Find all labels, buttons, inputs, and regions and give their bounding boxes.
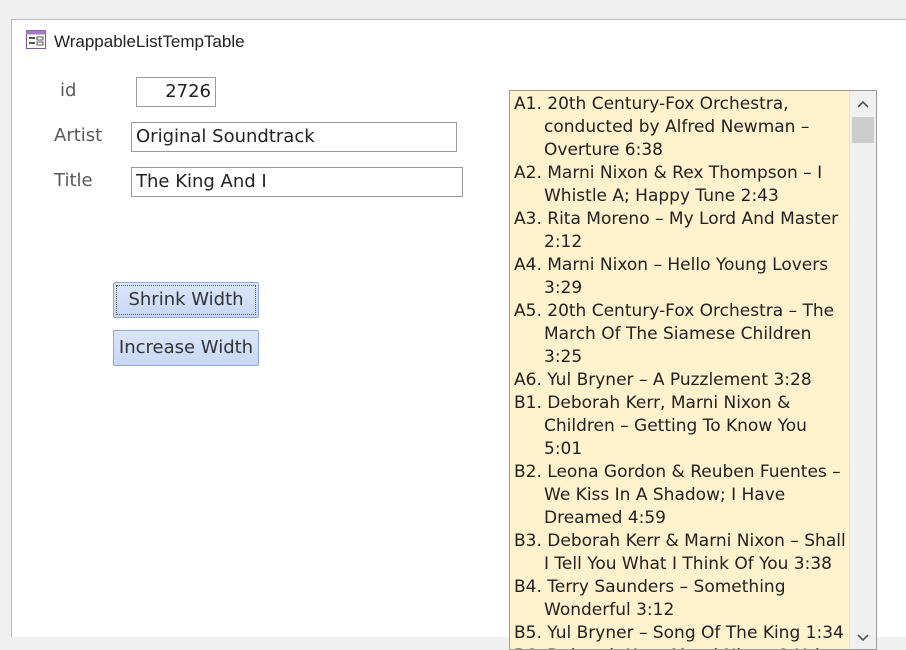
- tracklist: A1. 20th Century-Fox Orchestra, conducte…: [514, 93, 848, 649]
- track-item: B6. Deborah Kerr, Marni Nixon & Yul: [514, 645, 848, 649]
- track-item: B3. Deborah Kerr & Marni Nixon – Shall I…: [514, 531, 846, 574]
- track-item: B5. Yul Bryner – Song Of The King 1:34: [514, 623, 844, 643]
- tracklist-box[interactable]: A1. 20th Century-Fox Orchestra, conducte…: [509, 90, 877, 650]
- track-item: A2. Marni Nixon & Rex Thompson – I Whist…: [514, 163, 823, 206]
- increase-width-button[interactable]: Increase Width: [113, 330, 259, 366]
- track-item: B4. Terry Saunders – Something Wonderful…: [514, 577, 786, 620]
- form-window: WrappableListTempTable id 2726 Artist Or…: [11, 19, 906, 650]
- track-item: A4. Marni Nixon – Hello Young Lovers 3:2…: [514, 255, 829, 298]
- track-item: A1. 20th Century-Fox Orchestra, conducte…: [514, 94, 810, 160]
- shrink-width-button[interactable]: Shrink Width: [113, 282, 259, 318]
- id-field[interactable]: 2726: [136, 77, 216, 107]
- scrollbar[interactable]: [849, 91, 876, 649]
- scroll-up-icon[interactable]: [850, 93, 876, 115]
- form-title: WrappableListTempTable: [54, 32, 245, 51]
- title-field[interactable]: The King And I: [131, 167, 463, 197]
- scroll-down-icon[interactable]: [850, 627, 876, 649]
- title-label: Title: [54, 170, 93, 191]
- id-label: id: [60, 80, 77, 101]
- track-item: B1. Deborah Kerr, Marni Nixon & Children…: [514, 393, 807, 459]
- artist-field[interactable]: Original Soundtrack: [131, 122, 457, 152]
- form-icon: [26, 30, 46, 49]
- track-item: B2. Leona Gordon & Reuben Fuentes – We K…: [514, 462, 841, 528]
- track-item: A6. Yul Bryner – A Puzzlement 3:28: [514, 370, 812, 390]
- track-item: A3. Rita Moreno – My Lord And Master 2:1…: [514, 209, 839, 252]
- scroll-thumb[interactable]: [852, 117, 874, 143]
- artist-label: Artist: [54, 125, 103, 146]
- track-item: A5. 20th Century-Fox Orchestra – The Mar…: [514, 301, 835, 367]
